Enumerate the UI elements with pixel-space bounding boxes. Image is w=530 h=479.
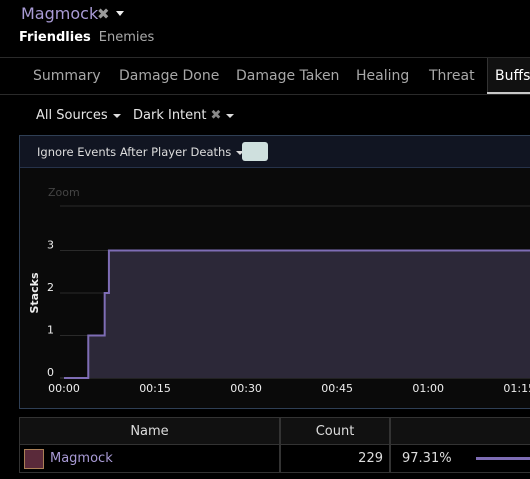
x-tick-label: 01:15: [503, 382, 530, 395]
active-tab-underline: [487, 92, 530, 94]
table-row[interactable]: Magmock: [19, 445, 280, 473]
faction-tabs: Friendlies Enemies: [19, 30, 154, 45]
row-percent-cell: 97.31%: [390, 445, 530, 473]
tab-damage-done[interactable]: Damage Done: [119, 68, 219, 84]
report-tabs: Summary Damage Done Damage Taken Healing…: [0, 57, 530, 95]
y-tick-label: 2: [47, 281, 54, 294]
column-header-name[interactable]: Name: [19, 417, 280, 445]
y-tick-label: 0: [47, 366, 54, 379]
chart-panel: Ignore Events After Player Deaths Zoom 0…: [19, 135, 530, 409]
tab-threat[interactable]: Threat: [429, 68, 475, 84]
x-tick-label: 00:15: [139, 382, 171, 395]
color-swatch[interactable]: [242, 142, 268, 161]
chart-toolbar: Ignore Events After Player Deaths: [20, 136, 530, 168]
source-chevron-icon: [112, 113, 121, 118]
y-tick-label: 3: [47, 239, 54, 252]
stacks-area: [64, 250, 530, 378]
x-tick-label: 00:45: [321, 382, 353, 395]
aura-chevron-icon: [226, 113, 235, 118]
tab-damage-taken[interactable]: Damage Taken: [236, 68, 339, 84]
column-header-percent[interactable]: [390, 417, 530, 445]
column-header-count[interactable]: Count: [280, 417, 390, 445]
ignore-events-dropdown[interactable]: Ignore Events After Player Deaths: [37, 145, 245, 159]
aura-filter[interactable]: Dark Intent ✖: [133, 108, 235, 123]
tab-summary[interactable]: Summary: [33, 68, 101, 84]
aura-filter-label: Dark Intent: [133, 108, 207, 123]
player-dropdown-chevron-icon[interactable]: [116, 11, 124, 16]
remove-aura-icon[interactable]: ✖: [211, 108, 222, 123]
tab-enemies[interactable]: Enemies: [99, 30, 155, 45]
remove-player-icon[interactable]: ✖: [97, 5, 110, 23]
source-filter[interactable]: All Sources: [36, 108, 121, 123]
row-name[interactable]: Magmock: [50, 445, 113, 472]
player-name[interactable]: Magmock: [21, 4, 98, 23]
x-tick-label: 01:00: [412, 382, 444, 395]
row-count: 229: [280, 445, 390, 473]
x-tick-label: 00:30: [230, 382, 262, 395]
y-axis-label: Stacks: [28, 272, 41, 313]
x-tick-label: 00:00: [48, 382, 80, 395]
source-filter-label: All Sources: [36, 108, 108, 123]
ignore-events-label: Ignore Events After Player Deaths: [37, 145, 232, 159]
tab-healing[interactable]: Healing: [356, 68, 409, 84]
stacks-chart[interactable]: 0 1 2 3 00:00 00:15 00:30 00:45 01:00 01:15 Stacks: [20, 168, 530, 408]
tab-buffs[interactable]: Buffs: [495, 68, 530, 84]
tab-friendlies[interactable]: Friendlies: [19, 30, 91, 45]
row-percent: 97.31%: [402, 451, 452, 466]
row-percent-bar: [476, 457, 530, 460]
y-tick-label: 1: [47, 324, 54, 337]
class-avatar-icon: [24, 449, 44, 469]
